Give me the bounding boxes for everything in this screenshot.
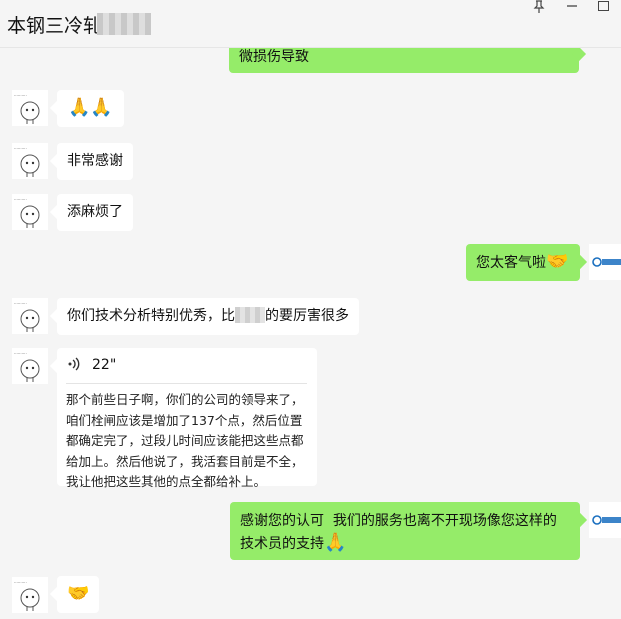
message-bubble[interactable]: 你们技术分析特别优秀，比 的要厉害很多: [57, 298, 359, 335]
message-text: 微损伤导致: [239, 49, 309, 65]
contact-avatar[interactable]: ··········: [12, 90, 48, 126]
voice-message-bubble[interactable]: 22" 那个前些日子啊，你们的公司的领导来了，咱们栓闸应该是增加了137个点，然…: [57, 348, 317, 489]
praying-hands-emoji: 🙏: [324, 532, 347, 553]
contact-avatar[interactable]: ··········: [12, 143, 48, 179]
message-text: 的要厉害很多: [265, 308, 349, 324]
message-text: 你们技术分析特别优秀，比: [67, 308, 235, 324]
contact-avatar[interactable]: ··········: [12, 194, 48, 230]
message-text: 非常感谢: [67, 153, 123, 169]
message-text: 感谢您的认可 我们的服务也离不开现场像您这样的技术员的支持: [240, 513, 557, 552]
avatar-face-icon: ··········: [12, 194, 48, 230]
avatar-face-icon: ··········: [12, 298, 48, 334]
svg-text:··········: ··········: [14, 301, 27, 306]
message-bubble[interactable]: 🙏🙏: [57, 90, 124, 127]
message-bubble[interactable]: 🤝: [57, 576, 100, 613]
contact-avatar[interactable]: ··········: [12, 577, 48, 613]
svg-text:··········: ··········: [14, 146, 27, 151]
title-bar: 本钢三冷轧: [0, 0, 621, 48]
avatar-face-icon: ··········: [12, 577, 48, 613]
handshake-emoji: 🤝: [546, 251, 569, 272]
contact-avatar[interactable]: ··········: [12, 298, 48, 334]
voice-wave-icon: [68, 356, 82, 379]
brand-logo-icon: [589, 502, 621, 538]
message-text: 添麻烦了: [67, 204, 123, 220]
pin-icon[interactable]: [533, 0, 545, 16]
minimize-icon[interactable]: [566, 0, 578, 15]
chat-title: 本钢三冷轧: [7, 15, 103, 37]
self-avatar[interactable]: [589, 244, 621, 280]
svg-text:··········: ··········: [14, 580, 27, 585]
praying-hands-emoji: 🙏🙏: [68, 97, 113, 118]
redacted-title-suffix: [97, 13, 151, 35]
contact-avatar[interactable]: ··········: [12, 348, 48, 384]
avatar-face-icon: ··········: [12, 348, 48, 384]
voice-player[interactable]: 22": [66, 354, 307, 384]
message-bubble[interactable]: 非常感谢: [57, 143, 133, 180]
svg-text:··········: ··········: [14, 93, 27, 98]
message-bubble[interactable]: 微损伤导致: [229, 48, 579, 73]
redacted-text: [235, 307, 265, 323]
svg-text:··········: ··········: [14, 197, 27, 202]
message-bubble[interactable]: 添麻烦了: [57, 194, 133, 231]
message-bubble[interactable]: 您太客气啦🤝: [466, 244, 580, 281]
maximize-icon[interactable]: [598, 1, 609, 11]
voice-transcript: 那个前些日子啊，你们的公司的领导来了，咱们栓闸应该是增加了137个点，然后位置都…: [66, 392, 304, 489]
brand-logo-icon: [589, 244, 621, 280]
voice-duration: 22": [92, 357, 117, 373]
chat-area[interactable]: 微损伤导致 ·········· 🙏🙏 ·········· 非常感谢 ····…: [0, 48, 621, 619]
avatar-face-icon: ··········: [12, 143, 48, 179]
message-text: 您太客气啦: [476, 255, 546, 271]
svg-text:··········: ··········: [14, 351, 27, 356]
handshake-emoji: 🤝: [67, 583, 90, 604]
message-bubble[interactable]: 感谢您的认可 我们的服务也离不开现场像您这样的技术员的支持🙏: [230, 502, 580, 560]
avatar-face-icon: ··········: [12, 90, 48, 126]
self-avatar[interactable]: [589, 502, 621, 538]
